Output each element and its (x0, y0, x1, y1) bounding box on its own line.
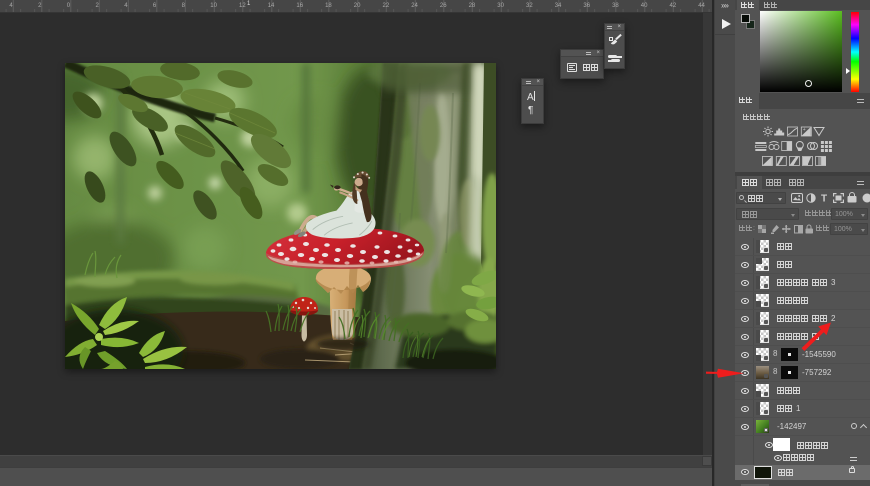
svg-text:+: + (803, 127, 806, 133)
